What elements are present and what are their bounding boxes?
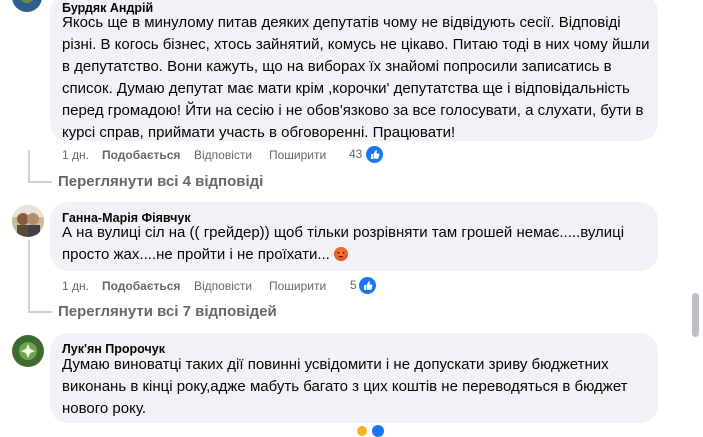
angry-face-icon [334, 247, 348, 261]
thread-connector [28, 150, 30, 182]
comment-text-line: Якось ще в минулому питав деяких депутат… [62, 14, 621, 31]
comment-text-line: нового року. [62, 400, 147, 417]
view-replies-link[interactable]: Переглянути всі 4 відповіді [58, 172, 263, 192]
reaction-count[interactable]: 5 [350, 278, 357, 292]
comment-text-line: виконань в кінці року,адже мабуть багато… [62, 378, 628, 395]
comment-text-line: А на вулиці сіл на (( грейдер)) щоб тіль… [62, 224, 625, 241]
comment-text-line: просто жах....не пройти і не проїхати... [62, 244, 624, 266]
thumbs-up-icon[interactable] [359, 277, 376, 294]
comment-actions: 1 дн. Подобається Відповісти Поширити [62, 147, 362, 163]
reaction-icon[interactable] [357, 426, 367, 436]
comment-text-line: список. Думаю депутат має мати крім ,кор… [62, 80, 630, 97]
thumbs-up-icon[interactable] [366, 146, 383, 163]
avatar[interactable] [12, 205, 44, 237]
share-button[interactable]: Поширити [269, 278, 326, 294]
reply-button[interactable]: Відповісти [194, 278, 252, 294]
comment-text-line: курсі справ, приймати участь в обговорен… [62, 124, 456, 141]
like-button[interactable]: Подобається [102, 278, 180, 294]
reply-button[interactable]: Відповісти [194, 147, 252, 163]
reaction-count[interactable]: 43 [349, 147, 362, 161]
comment-text: Якось ще в минулому питав деяких депутат… [62, 12, 650, 144]
scrollbar[interactable] [689, 0, 703, 429]
share-button[interactable]: Поширити [269, 147, 326, 163]
comment-text: Думаю виноватці таких дії повинні усвідо… [62, 354, 628, 420]
like-button[interactable]: Подобається [102, 147, 180, 163]
thumbs-up-icon[interactable] [372, 425, 384, 437]
comment-bubble: Бурдяк Андрій Якось ще в минулому питав … [50, 0, 658, 141]
view-replies-link[interactable]: Переглянути всі 7 відповідей [58, 302, 277, 322]
thread-connector [28, 240, 30, 312]
avatar[interactable] [12, 335, 44, 367]
comment-text-line: в депутатство. Вони кажуть, що на вибора… [62, 58, 612, 75]
comment-text-line: перед громадою! Йти на сесію і не обов'я… [62, 102, 644, 119]
comment-actions: 1 дн. Подобається Відповісти Поширити [62, 278, 362, 294]
thread-connector [28, 181, 52, 183]
scrollbar-thumb[interactable] [692, 293, 699, 337]
comment-text: А на вулиці сіл на (( грейдер)) щоб тіль… [62, 222, 624, 266]
comment-text-line: Думаю виноватці таких дії повинні усвідо… [62, 356, 609, 373]
comment-text-segment: просто жах....не пройти і не проїхати... [62, 246, 330, 263]
comment-bubble: Ганна-Марія Фіявчук А на вулиці сіл на (… [50, 202, 658, 271]
thread-connector [28, 311, 52, 313]
avatar[interactable] [12, 0, 42, 12]
comment-timestamp[interactable]: 1 дн. [62, 147, 89, 163]
comment-text-line: різні. В когось бізнес, хтось зайнятий, … [62, 36, 650, 53]
comment-bubble: Лук'ян Пророчук Думаю виноватці таких ді… [50, 333, 658, 423]
comment-timestamp[interactable]: 1 дн. [62, 278, 89, 294]
